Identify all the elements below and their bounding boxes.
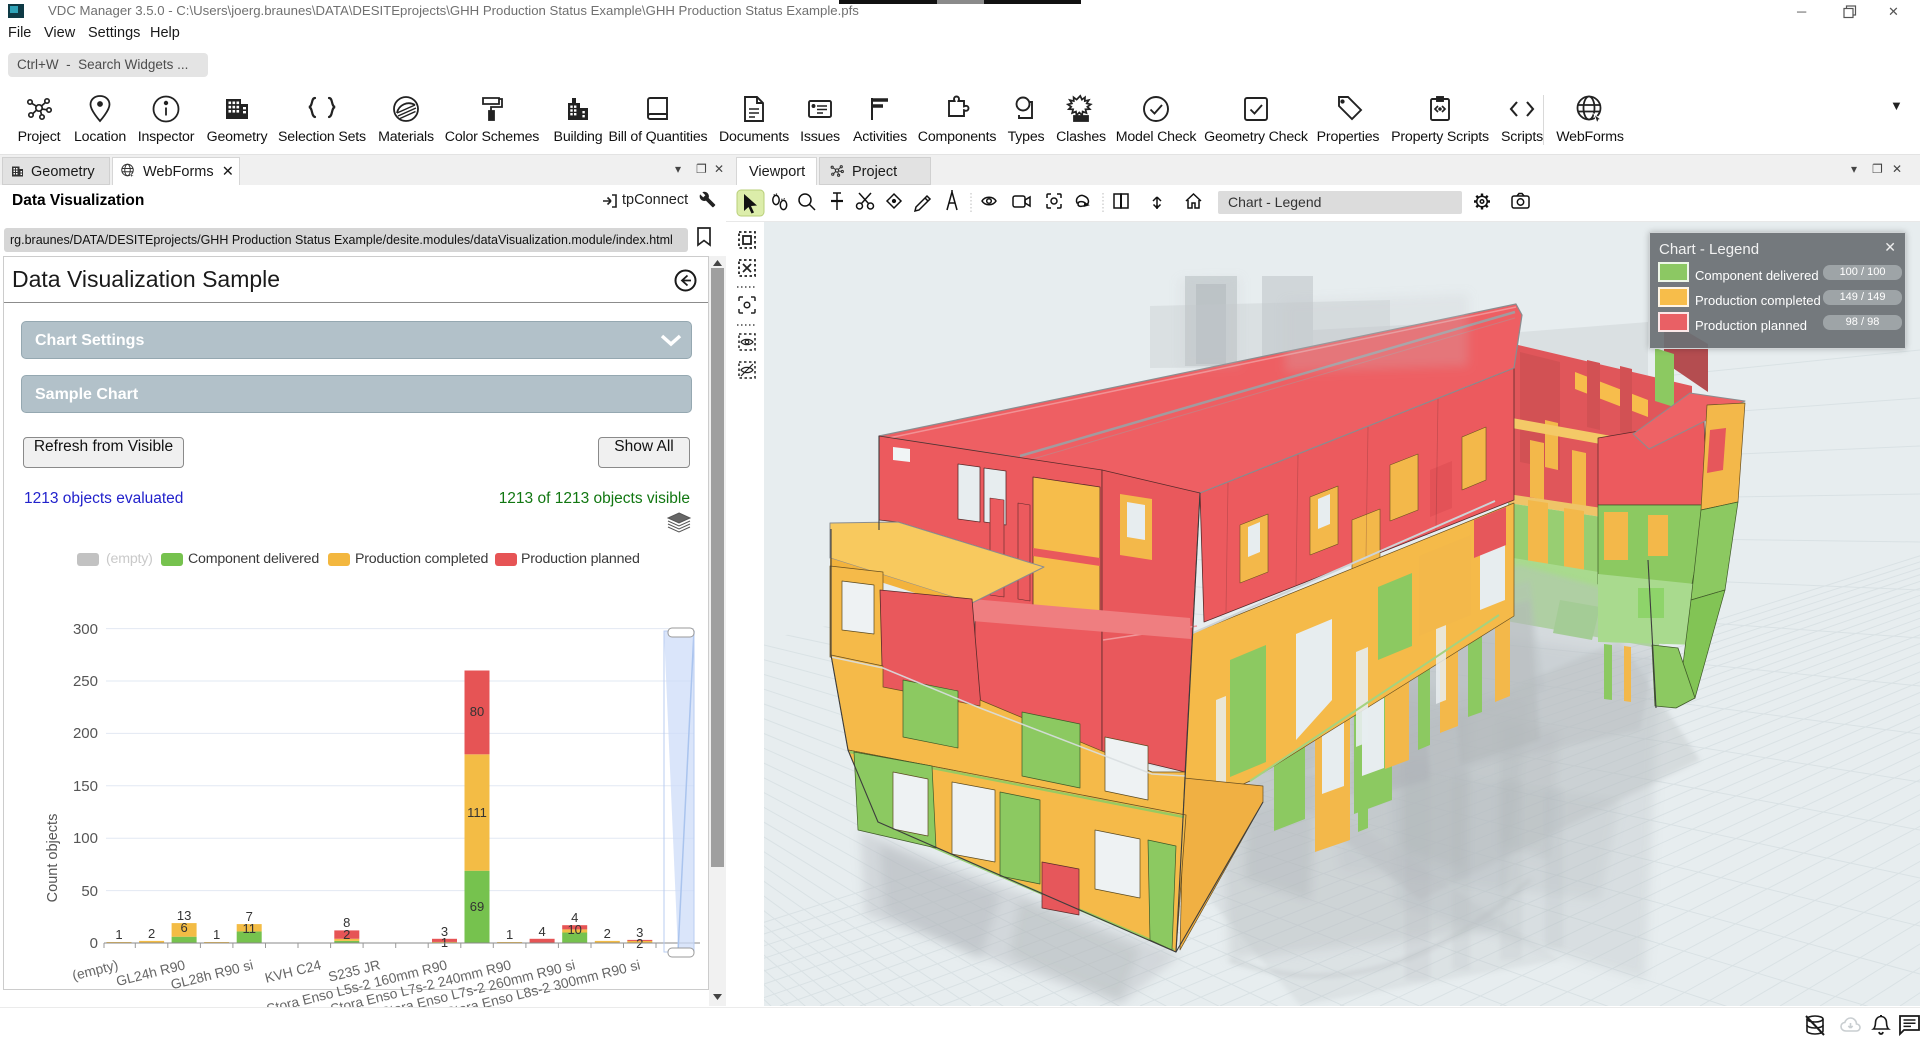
svg-text:0: 0 [90, 935, 98, 952]
svg-text:1: 1 [506, 927, 513, 942]
svg-text:(empty): (empty) [71, 957, 120, 983]
svg-text:1: 1 [213, 927, 220, 942]
svg-text:2: 2 [343, 927, 350, 942]
svg-text:111: 111 [467, 805, 487, 820]
svg-text:10: 10 [567, 922, 581, 937]
svg-text:150: 150 [73, 778, 98, 795]
svg-text:4: 4 [538, 924, 545, 939]
svg-text:80: 80 [470, 704, 484, 719]
svg-text:2: 2 [148, 926, 155, 941]
svg-text:11: 11 [242, 921, 256, 936]
svg-text:250: 250 [73, 673, 98, 690]
svg-text:300: 300 [73, 621, 98, 638]
svg-text:6: 6 [180, 920, 187, 935]
svg-text:2: 2 [604, 926, 611, 941]
svg-text:50: 50 [81, 883, 98, 900]
svg-text:KVH C24: KVH C24 [263, 957, 323, 986]
svg-text:1: 1 [115, 927, 122, 942]
svg-text:200: 200 [73, 725, 98, 742]
svg-text:69: 69 [470, 899, 484, 914]
svg-text:100: 100 [73, 830, 98, 847]
svg-text:Count objects: Count objects [45, 814, 61, 903]
